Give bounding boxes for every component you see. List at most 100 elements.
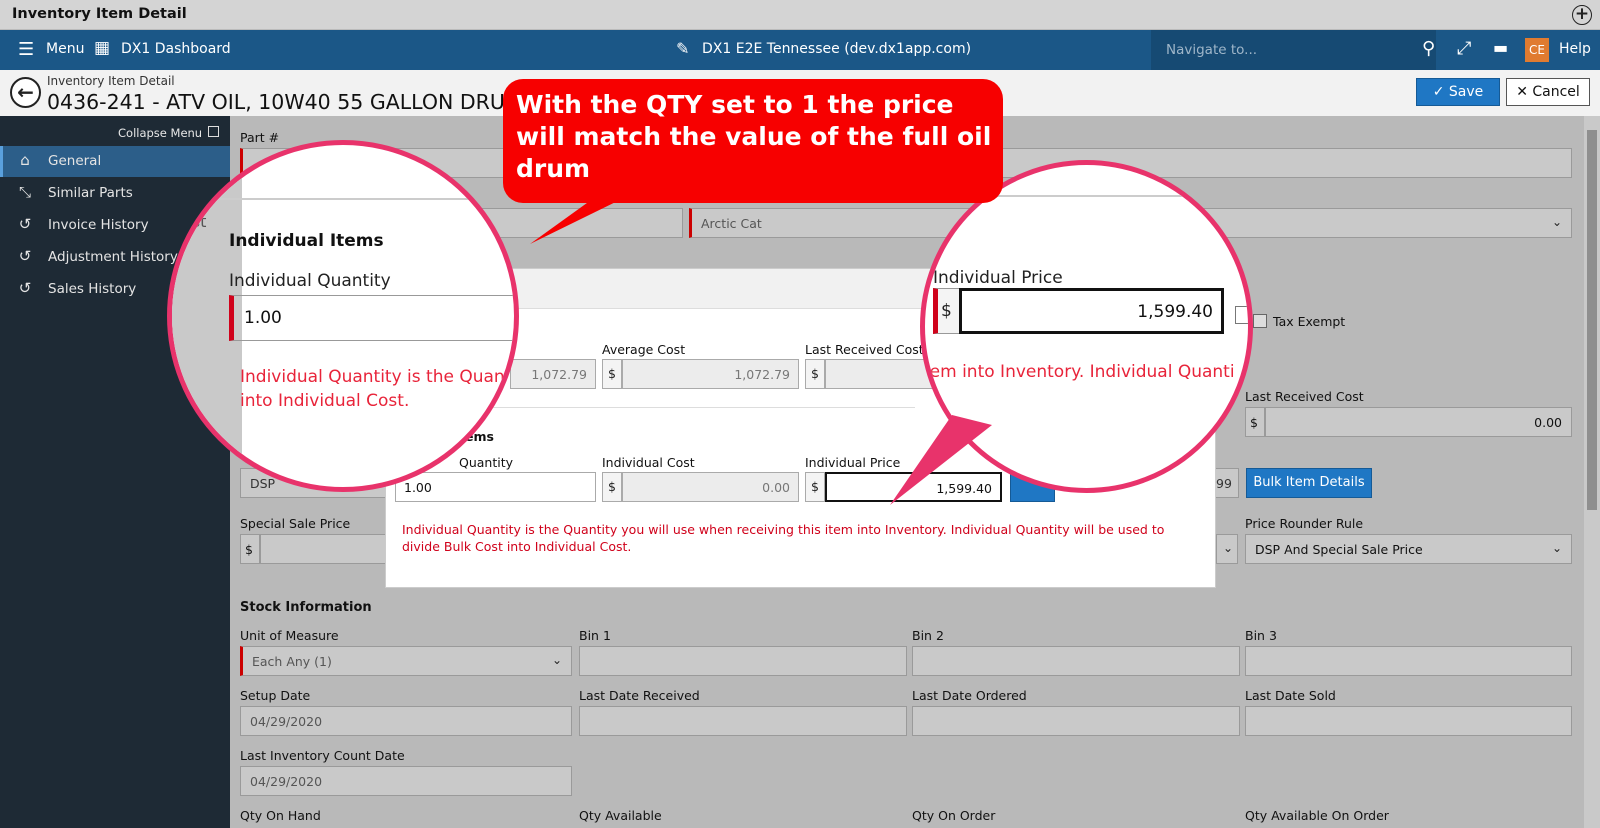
tax-exempt-checkbox[interactable]	[1253, 314, 1267, 328]
price-rounder-rule-label: Price Rounder Rule	[1245, 516, 1364, 531]
magnified-checkbox	[1235, 306, 1248, 324]
window-title: Inventory Item Detail	[12, 6, 187, 22]
chevron-down-icon: ⌄	[551, 653, 562, 667]
last-date-sold-field[interactable]	[1245, 706, 1572, 736]
navigate-search-input[interactable]: Navigate to...	[1151, 30, 1436, 70]
individual-quantity-warning: Individual Quantity is the Quantity you …	[402, 522, 1165, 554]
dsp-partial-field[interactable]: 99	[1212, 468, 1239, 498]
pencil-edit-icon[interactable]: ✎	[676, 39, 689, 58]
special-sale-price-label: Special Sale Price	[240, 516, 351, 531]
magnified-individual-price-label: Individual Price	[933, 268, 1063, 288]
last-received-cost-label: Last Received Cost	[1245, 389, 1364, 404]
individual-cost-field[interactable]: 0.00	[622, 472, 799, 502]
stock-information-heading: Stock Information	[240, 600, 372, 615]
chevron-down-icon: ⌄	[1222, 541, 1233, 555]
last-inventory-count-date-label: Last Inventory Count Date	[240, 748, 405, 763]
qty-available-on-order-label: Qty Available On Order	[1245, 808, 1389, 823]
average-cost-label: Average Cost	[602, 342, 686, 357]
setup-date-field[interactable]: 04/29/2020	[240, 706, 572, 736]
search-placeholder: Navigate to...	[1166, 42, 1258, 58]
partial-select[interactable]: ⌄	[1216, 534, 1238, 564]
callout-text: With the QTY set to 1 the price will mat…	[516, 90, 992, 183]
divider	[220, 198, 514, 200]
hamburger-menu-icon[interactable]: ☰	[18, 39, 34, 60]
chevron-down-icon: ⌄	[1551, 215, 1562, 229]
back-arrow-icon[interactable]: ←	[10, 77, 41, 108]
magnified-cost-partial: ost	[182, 212, 207, 231]
last-date-sold-label: Last Date Sold	[1245, 688, 1336, 703]
bulk-cost-field[interactable]: 1,072.79	[510, 359, 596, 389]
currency-prefix: $	[1245, 407, 1265, 437]
currency-prefix: $	[602, 472, 622, 502]
individual-cost-label: Individual Cost	[602, 455, 695, 470]
menu-button[interactable]: Menu	[46, 41, 84, 57]
average-cost-field[interactable]: 1,072.79	[622, 359, 799, 389]
bin2-field[interactable]	[912, 646, 1240, 676]
bin1-label: Bin 1	[579, 628, 611, 643]
last-inventory-count-date-field[interactable]: 04/29/2020	[240, 766, 572, 796]
individual-quantity-label-partial: Quantity	[459, 455, 514, 470]
search-icon[interactable]: ⚲	[1422, 38, 1435, 59]
chat-icon[interactable]: ▬	[1493, 38, 1508, 57]
magnified-background	[172, 288, 222, 334]
individual-quantity-field[interactable]: 1.00	[395, 472, 596, 502]
tax-exempt-label: Tax Exempt	[1273, 314, 1346, 329]
save-button[interactable]: ✓ Save	[1416, 78, 1500, 106]
bin2-label: Bin 2	[912, 628, 944, 643]
fullscreen-icon[interactable]: ⤢	[1457, 38, 1471, 59]
magnified-individual-price-field: 1,599.40	[959, 288, 1224, 334]
check-icon: ✓	[1432, 84, 1449, 100]
bulk-item-details-button[interactable]: Bulk Item Details	[1246, 468, 1372, 498]
currency-prefix: $	[240, 534, 260, 564]
currency-prefix: $	[805, 472, 825, 502]
history-icon: ↺	[18, 279, 32, 297]
price-rounder-rule-select[interactable]: DSP And Special Sale Price ⌄	[1245, 534, 1572, 564]
site-name: DX1 E2E Tennessee (dev.dx1app.com)	[702, 41, 972, 57]
home-icon: ⌂	[20, 151, 30, 169]
last-received-cost-field[interactable]: 0.00	[1265, 407, 1572, 437]
last-date-ordered-label: Last Date Ordered	[912, 688, 1027, 703]
page-subtitle: Inventory Item Detail	[47, 74, 175, 88]
bin1-field[interactable]	[579, 646, 907, 676]
chevron-down-icon: ⌄	[1551, 541, 1562, 555]
qty-on-order-label: Qty On Order	[912, 808, 996, 823]
bin3-label: Bin 3	[1245, 628, 1277, 643]
magnified-individual-quantity-field: 1.00	[229, 295, 514, 341]
last-received-cost-label: Last Received Cost	[805, 342, 924, 357]
currency-prefix: $	[602, 359, 622, 389]
magnified-warning-line1: Individual Quantity is the Quan	[240, 367, 505, 387]
history-icon: ↺	[18, 247, 32, 265]
annotation-callout: With the QTY set to 1 the price will mat…	[503, 79, 1003, 203]
scrollbar-thumb[interactable]	[1587, 130, 1597, 510]
compress-arrows-icon: ⤡	[18, 183, 31, 201]
collapse-menu-button[interactable]: Collapse Menu	[118, 126, 202, 140]
setup-date-label: Setup Date	[240, 688, 311, 703]
magnified-currency-prefix: $	[933, 288, 961, 334]
qty-on-hand-label: Qty On Hand	[240, 808, 321, 823]
currency-prefix: $	[805, 359, 825, 389]
dashboard-grid-icon[interactable]: ▦	[94, 38, 110, 58]
magnified-warning-line2: into Individual Cost.	[240, 391, 410, 411]
close-icon: ✕	[1516, 84, 1533, 100]
left-magnifier: ost Individual Items Individual Quantity…	[167, 140, 519, 492]
unit-of-measure-select[interactable]: Each Any (1) ⌄	[240, 646, 572, 676]
last-date-received-label: Last Date Received	[579, 688, 700, 703]
individual-price-label: Individual Price	[805, 455, 901, 470]
magnified-individual-quantity-label: Individual Quantity	[229, 271, 391, 291]
bin3-field[interactable]	[1245, 646, 1572, 676]
last-received-cost-field[interactable]	[825, 359, 935, 389]
user-avatar[interactable]: CE	[1525, 38, 1549, 62]
add-tab-icon[interactable]: +	[1572, 5, 1592, 25]
magnifier-pointer	[890, 415, 992, 505]
help-link[interactable]: Help	[1559, 41, 1591, 57]
collapse-panel-icon[interactable]	[208, 126, 219, 137]
page-title: 0436-241 - ATV OIL, 10W40 55 GALLON DRUM	[47, 90, 523, 114]
window-title-bar: Inventory Item Detail +	[0, 0, 1600, 30]
last-date-received-field[interactable]	[579, 706, 907, 736]
magnified-warning-partial: tem into Inventory. Individual Quanti	[923, 362, 1235, 382]
special-sale-price-field[interactable]	[260, 534, 395, 564]
history-icon: ↺	[18, 215, 32, 233]
dashboard-link[interactable]: DX1 Dashboard	[121, 41, 231, 57]
cancel-button[interactable]: ✕ Cancel	[1506, 78, 1590, 106]
last-date-ordered-field[interactable]	[912, 706, 1240, 736]
